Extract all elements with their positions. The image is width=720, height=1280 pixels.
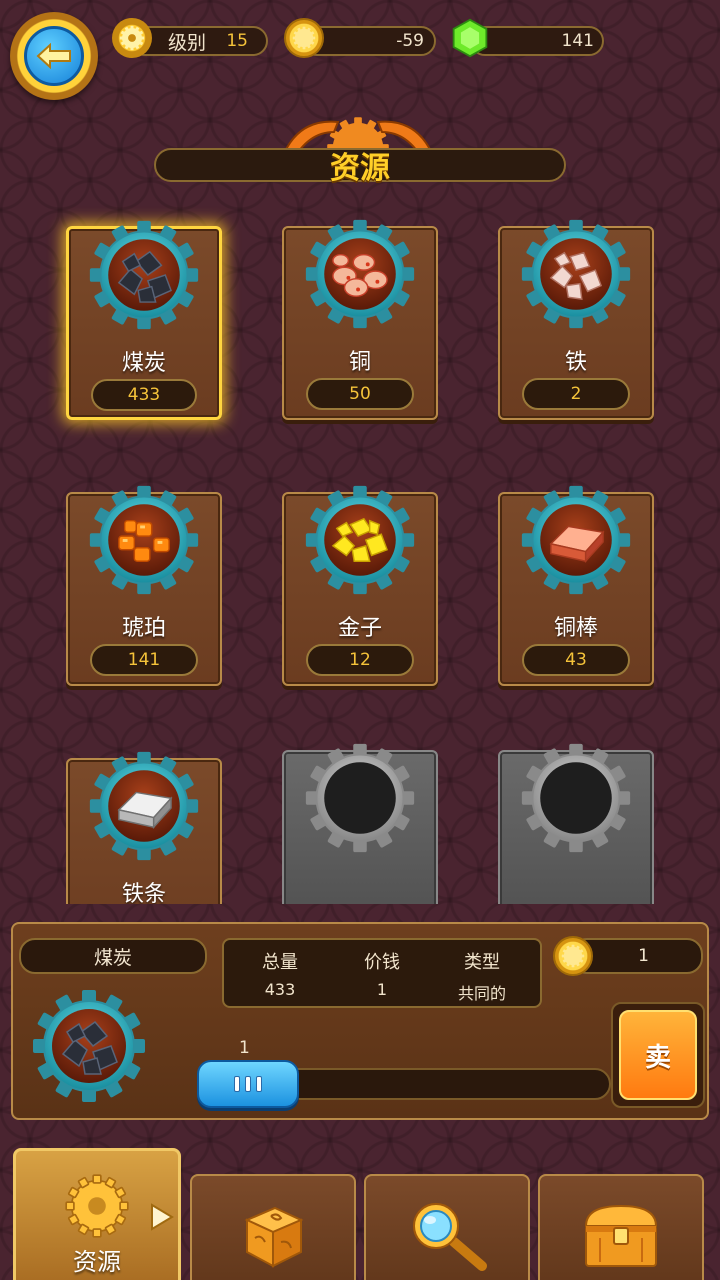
- resource-name: 金子: [337, 616, 382, 641]
- sell-button[interactable]: 卖: [611, 1002, 705, 1108]
- copper-ore-icon: [305, 219, 415, 329]
- coin-value: -59: [396, 31, 424, 51]
- resource-card-locked[interactable]: [498, 743, 654, 904]
- copper-bar-icon: [521, 485, 631, 595]
- iron-bar-icon: [89, 751, 199, 861]
- detail-name: 煤炭: [19, 938, 207, 974]
- locked-slot-icon: [305, 743, 415, 853]
- price-label: 价钱: [364, 952, 400, 973]
- resource-card-iron-bar[interactable]: 铁条: [66, 751, 222, 904]
- chest-icon: [584, 1204, 658, 1267]
- resource-card-copper-bar[interactable]: 铜棒 43: [498, 485, 654, 686]
- resource-count: 43: [522, 644, 630, 676]
- tab-dice[interactable]: [190, 1174, 356, 1280]
- back-button[interactable]: [10, 12, 98, 100]
- tab-resources[interactable]: 资源: [13, 1148, 181, 1280]
- gold-ore-icon: [305, 485, 415, 595]
- sell-price-value: 1: [638, 946, 649, 966]
- coal-icon: [33, 990, 145, 1102]
- resource-card-coal[interactable]: 煤炭 433: [66, 220, 222, 420]
- tab-search[interactable]: [364, 1174, 530, 1280]
- resource-card-gold[interactable]: 金子 12: [282, 485, 438, 686]
- type-value: 共同的: [457, 984, 506, 1003]
- gem-display: 141: [470, 26, 604, 56]
- price-value: 1: [376, 980, 388, 999]
- type-label: 类型: [464, 952, 500, 973]
- resource-name: 铜: [348, 350, 371, 375]
- level-label: 级别: [168, 31, 207, 54]
- slider-handle[interactable]: [197, 1060, 299, 1108]
- resource-card-locked[interactable]: [282, 743, 438, 904]
- resource-name: 铁: [564, 350, 587, 375]
- back-arrow-icon: [24, 26, 84, 86]
- resource-grid[interactable]: 煤炭 433 铜 50 铁 2 琥珀 141 金子 12 铜棒 43 铁条: [0, 200, 720, 904]
- gem-value: 141: [561, 31, 594, 51]
- magnifier-icon: [413, 1203, 487, 1271]
- resource-count: 2: [522, 378, 630, 410]
- resource-name: 铜棒: [553, 616, 598, 641]
- level-gear-icon: [112, 18, 152, 58]
- detail-info-box: 总量 433 价钱 1 类型 共同的: [222, 938, 542, 1008]
- iron-ore-icon: [521, 219, 631, 329]
- coin-icon: [284, 18, 324, 58]
- slider-value: 1: [239, 1038, 250, 1058]
- tab-label: 资源: [73, 1248, 121, 1276]
- total-value: 433: [264, 980, 296, 999]
- resource-count: 12: [306, 644, 414, 676]
- resource-name: 琥珀: [121, 616, 166, 641]
- page-title: 资源: [330, 151, 390, 186]
- tab-chest[interactable]: [538, 1174, 704, 1280]
- resource-name: 铁条: [121, 882, 166, 904]
- sell-button-label: 卖: [619, 1010, 697, 1100]
- title-banner: 资源: [154, 148, 566, 186]
- resource-count: 141: [90, 644, 198, 676]
- resource-count: 433: [91, 379, 197, 411]
- coin-icon: [553, 936, 593, 976]
- level-value: 15: [226, 31, 248, 51]
- coal-icon: [89, 220, 199, 330]
- resource-card-amber[interactable]: 琥珀 141: [66, 485, 222, 686]
- resource-name: 煤炭: [121, 351, 166, 376]
- total-label: 总量: [262, 952, 298, 973]
- dice-icon: [244, 1206, 304, 1268]
- resource-card-copper[interactable]: 铜 50: [282, 219, 438, 420]
- locked-slot-icon: [521, 743, 631, 853]
- play-arrow-icon: [151, 1203, 174, 1231]
- resource-card-iron[interactable]: 铁 2: [498, 219, 654, 420]
- resource-count: 50: [306, 378, 414, 410]
- gear-icon: [65, 1174, 129, 1238]
- gem-icon: [450, 18, 490, 58]
- amber-icon: [89, 485, 199, 595]
- detail-panel: 煤炭 总量 433 价钱 1 类型 共同的 1 1 卖: [11, 922, 709, 1120]
